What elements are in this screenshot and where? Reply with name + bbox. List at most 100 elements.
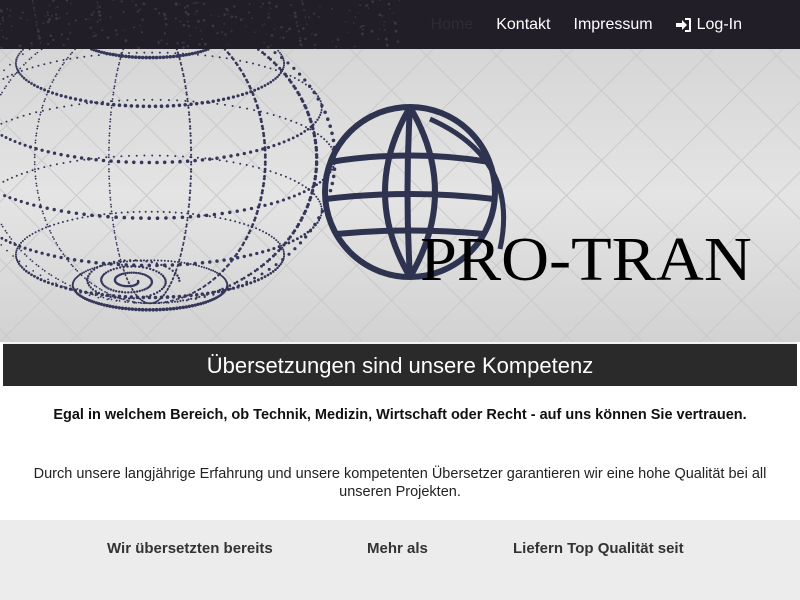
- top-navbar: Home Kontakt Impressum Log-In: [0, 0, 800, 49]
- nav-pattern-dot: [203, 42, 207, 46]
- nav-pattern-dot: [88, 18, 90, 20]
- nav-pattern-dot: [139, 8, 142, 11]
- nav-pattern-dot: [267, 13, 270, 15]
- nav-pattern-dot: [10, 25, 13, 28]
- nav-pattern-dot: [300, 0, 303, 3]
- nav-pattern-dot: [227, 13, 229, 16]
- nav-pattern-dot: [301, 3, 304, 6]
- nav-pattern-dot: [136, 10, 140, 13]
- nav-pattern-dot: [344, 20, 347, 23]
- nav-pattern-dot: [303, 9, 306, 12]
- nav-pattern-dot: [201, 38, 203, 41]
- nav-pattern-dot: [182, 23, 186, 27]
- nav-pattern-dot: [379, 0, 381, 1]
- nav-pattern-dot: [270, 44, 272, 47]
- nav-link-kontakt[interactable]: Kontakt: [496, 16, 550, 34]
- nav-pattern-dot: [192, 2, 194, 5]
- nav-pattern-dot: [199, 30, 202, 32]
- nav-pattern-dot: [47, 14, 49, 17]
- nav-pattern-dot: [54, 7, 56, 9]
- nav-pattern-dot: [227, 44, 229, 46]
- nav-pattern-dot: [251, 17, 254, 20]
- nav-pattern-dot: [99, 18, 102, 21]
- nav-link-login[interactable]: Log-In: [675, 16, 742, 34]
- tagline-bar: Übersetzungen sind unsere Kompetenz: [3, 342, 797, 387]
- nav-pattern-dot: [359, 4, 362, 7]
- stats-section: Wir übersetzten bereits Mehr als Liefern…: [0, 520, 800, 600]
- nav-pattern-dot: [295, 21, 298, 24]
- nav-pattern-dot: [367, 7, 370, 9]
- nav-pattern-dot: [66, 37, 70, 41]
- nav-pattern-dot: [299, 37, 302, 40]
- nav-pattern-dot: [97, 10, 101, 14]
- nav-pattern-dot: [381, 14, 384, 17]
- nav-pattern-dot: [181, 41, 184, 44]
- nav-pattern-dot: [44, 15, 46, 17]
- nav-pattern-dot: [384, 37, 388, 41]
- nav-pattern-dot: [308, 16, 311, 19]
- nav-pattern-dot: [389, 7, 391, 10]
- nav-pattern-dot: [224, 33, 227, 36]
- nav-pattern-dot: [48, 5, 51, 7]
- nav-pattern-dot: [313, 43, 316, 46]
- nav-pattern-dot: [115, 33, 118, 36]
- nav-pattern-dot: [290, 4, 293, 7]
- nav-pattern-dot: [398, 0, 401, 2]
- nav-pattern-dot: [194, 13, 196, 15]
- nav-pattern-dot: [221, 31, 223, 33]
- nav-pattern-dot: [383, 20, 385, 23]
- nav-pattern-dot: [122, 10, 125, 13]
- nav-pattern-dot: [46, 20, 50, 24]
- nav-pattern-dot: [370, 29, 374, 33]
- nav-pattern-dot: [294, 15, 297, 19]
- nav-pattern-dot: [317, 15, 320, 18]
- tagline-heading: Übersetzungen sind unsere Kompetenz: [206, 352, 594, 378]
- nav-pattern-dot: [109, 16, 112, 19]
- nav-pattern-dot: [230, 30, 233, 33]
- nav-pattern-dot: [134, 3, 138, 7]
- nav-pattern-dot: [195, 26, 197, 29]
- nav-pattern-dot: [275, 5, 278, 8]
- nav-pattern-dot: [69, 2, 72, 5]
- nav-pattern-dot: [352, 22, 355, 24]
- stat-label-more-than: Mehr als: [367, 540, 428, 557]
- nav-pattern-dot: [232, 5, 236, 8]
- nav-pattern-dot: [280, 26, 283, 29]
- nav-pattern-dot: [225, 7, 228, 11]
- nav-pattern-dot: [141, 18, 144, 21]
- nav-pattern-dot: [54, 13, 58, 16]
- nav-pattern-dot: [62, 43, 65, 47]
- nav-pattern-dot: [174, 17, 177, 20]
- nav-pattern-dot: [186, 4, 189, 8]
- nav-pattern-dot: [218, 15, 220, 17]
- nav-pattern-dot: [361, 24, 364, 27]
- intro-headline: Egal in welchem Bereich, ob Technik, Med…: [53, 407, 747, 423]
- nav-pattern-dot: [354, 16, 357, 18]
- nav-link-home[interactable]: Home: [431, 16, 474, 34]
- nav-pattern-dot: [362, 28, 365, 31]
- nav-pattern-dot: [248, 11, 250, 14]
- nav-link-impressum[interactable]: Impressum: [574, 16, 653, 34]
- nav-pattern-dot: [65, 0, 69, 2]
- nav-pattern-dot: [383, 29, 386, 31]
- nav-pattern-dot: [84, 18, 88, 21]
- nav-pattern-dot: [288, 27, 292, 31]
- hero-banner: PRO-TRAN: [0, 49, 800, 342]
- nav-pattern-dot: [112, 0, 115, 2]
- nav-pattern-dot: [18, 44, 22, 48]
- nav-pattern-dot: [179, 20, 182, 23]
- nav-pattern-dot: [234, 15, 238, 19]
- nav-pattern-dot: [154, 7, 157, 11]
- nav-pattern-dot: [361, 32, 364, 36]
- nav-pattern-dot: [21, 11, 24, 14]
- nav-pattern-dot: [174, 2, 178, 6]
- nav-pattern-dot: [35, 16, 37, 18]
- nav-pattern-dot: [140, 31, 144, 34]
- nav-pattern-dot: [393, 21, 397, 25]
- nav-pattern-dot: [1, 16, 4, 19]
- nav-pattern-dot: [263, 23, 266, 25]
- nav-pattern-dot: [279, 36, 281, 39]
- nav-pattern-dot: [35, 20, 38, 23]
- nav-pattern-dot: [293, 11, 297, 15]
- nav-pattern-dot: [74, 19, 77, 22]
